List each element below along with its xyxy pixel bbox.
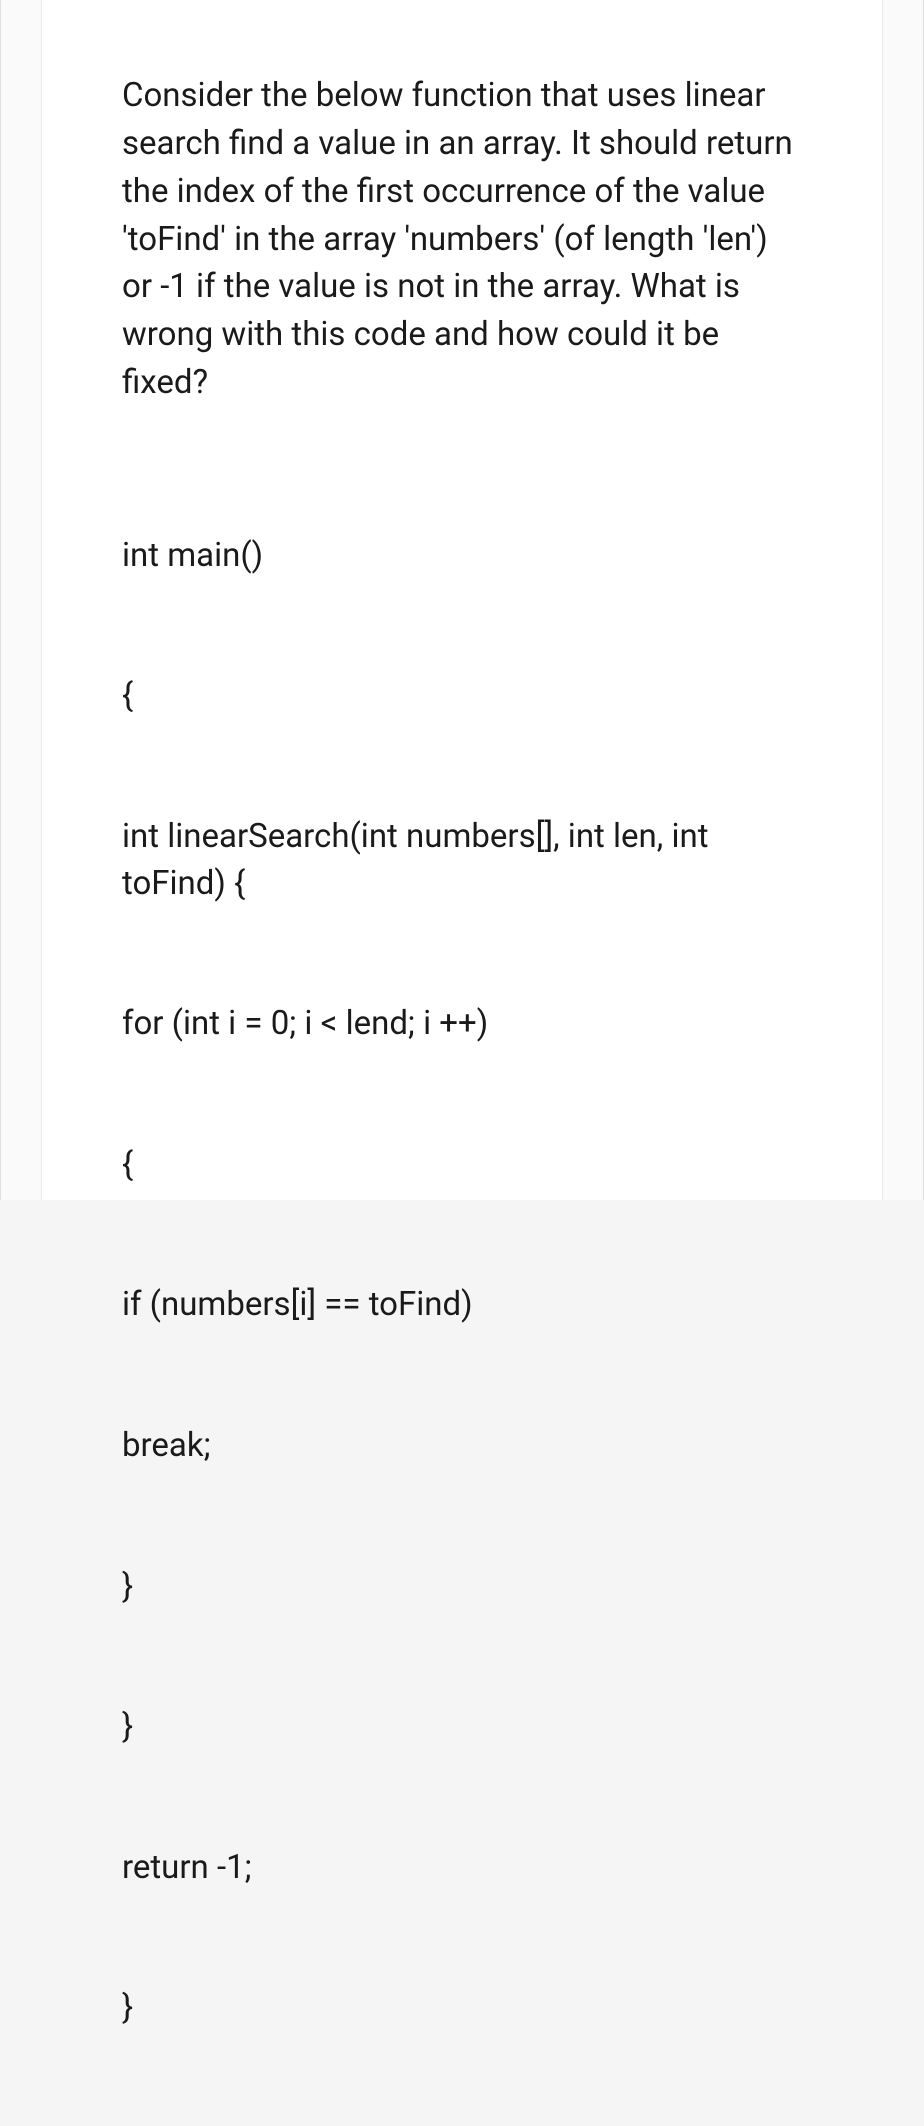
code-line: if (numbers[i] == toFind)	[122, 1282, 802, 1329]
code-line: for (int i = 0; i < lend; i ++)	[122, 1001, 802, 1048]
question-prompt: Consider the below function that uses li…	[122, 72, 802, 407]
code-snippet: int main() { int linearSearch(int number…	[122, 439, 802, 2126]
code-line: }	[122, 1985, 802, 2032]
code-line: }	[122, 1564, 802, 1611]
question-card: Consider the below function that uses li…	[41, 0, 883, 1200]
code-line: }	[122, 1704, 802, 1751]
code-line: {	[122, 1142, 802, 1189]
code-line: int linearSearch(int numbers[], int len,…	[122, 814, 802, 908]
page-container: Consider the below function that uses li…	[0, 0, 924, 1200]
code-line: int main()	[122, 533, 802, 580]
code-line: return -1;	[122, 1845, 802, 1892]
code-line: {	[122, 673, 802, 720]
code-line: break;	[122, 1423, 802, 1470]
